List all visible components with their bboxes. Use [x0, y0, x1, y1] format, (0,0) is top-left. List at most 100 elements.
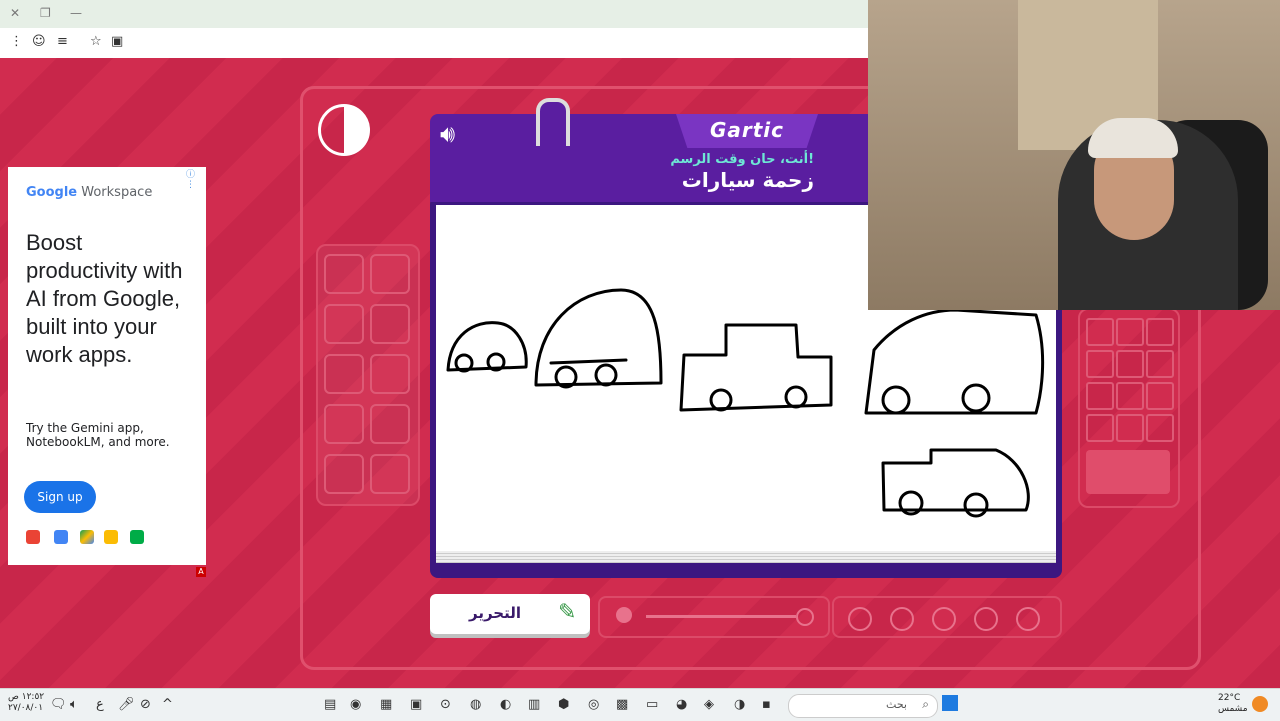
app-icon[interactable]: ◈ — [704, 697, 714, 712]
browser-titlebar: ✕ ❐ — — [0, 0, 868, 28]
edit-button-label: التحرير — [468, 604, 521, 622]
volume-icon[interactable]: 🔈︎ — [70, 697, 78, 712]
app-icon[interactable]: ⬢ — [558, 697, 569, 712]
app-icon[interactable]: ◉ — [350, 697, 361, 712]
input-language[interactable]: ع — [96, 697, 104, 712]
ad-subtext: Try the Gemini app, NotebookLM, and more… — [26, 421, 170, 449]
calendar-icon — [54, 530, 68, 544]
app-icon[interactable]: ▤ — [324, 697, 336, 712]
app-icon[interactable]: ◑ — [734, 697, 745, 712]
app-icon[interactable]: ▪ — [762, 697, 771, 712]
palette-cell[interactable] — [1116, 350, 1144, 378]
palette-cell[interactable] — [1146, 382, 1174, 410]
menu-icon[interactable]: ⋮ — [10, 34, 23, 49]
taskbar-clock[interactable]: ١٢:٥٢ ص ٢٧/٠٨/٠١ — [8, 692, 44, 714]
line-tool-icon[interactable] — [370, 404, 410, 444]
paper-edge — [436, 551, 1056, 563]
discord-icon[interactable]: ◍ — [470, 697, 481, 712]
car-sketch — [881, 448, 1030, 512]
weather-temp: 22°C — [1218, 693, 1241, 703]
mic-icon[interactable]: 🎤︎ — [118, 697, 135, 712]
opacity-option[interactable] — [848, 607, 872, 631]
palette-cell[interactable] — [1146, 414, 1174, 442]
square-fill-tool-icon[interactable] — [370, 354, 410, 394]
search-placeholder: بحث — [886, 698, 907, 711]
reading-list-icon[interactable]: ≡ — [57, 34, 68, 49]
adchoices-badge[interactable]: A — [196, 567, 206, 577]
opacity-option[interactable] — [1016, 607, 1040, 631]
opacity-option[interactable] — [974, 607, 998, 631]
taskbar-search[interactable]: بحث ⌕ — [788, 694, 938, 718]
circle-fill-tool-icon[interactable] — [324, 354, 364, 394]
undo-tool-icon[interactable] — [370, 454, 410, 494]
google-workspace-ad[interactable]: ⓘ ⋮ Google Workspace Boost productivity … — [8, 167, 206, 565]
palette-cell[interactable] — [1146, 318, 1174, 346]
chevron-up-icon[interactable]: ^ — [162, 697, 173, 712]
draw-prompt: أنت، حان وقت الرسم! — [670, 152, 814, 167]
camera-icon[interactable]: ⊘ — [140, 697, 151, 712]
app-icon[interactable]: ◎ — [588, 697, 599, 712]
star-icon[interactable]: ☆ — [90, 34, 102, 49]
ad-signup-button[interactable]: Sign up — [24, 481, 96, 513]
palette-cell[interactable] — [1146, 350, 1174, 378]
chrome-icon[interactable]: ◕ — [676, 697, 687, 712]
color-palette-panel — [1078, 308, 1180, 508]
circle-outline-tool-icon[interactable] — [324, 304, 364, 344]
windows-start-icon[interactable] — [942, 695, 958, 711]
app-icon[interactable]: ▦ — [380, 697, 392, 712]
palette-cell[interactable] — [1086, 350, 1114, 378]
palette-cell[interactable] — [1116, 382, 1144, 410]
car-sketch — [864, 308, 1045, 415]
store-icon[interactable]: ▩ — [616, 697, 628, 712]
streamer-cap — [1088, 118, 1178, 158]
minimize-icon[interactable]: — — [70, 6, 82, 20]
edit-button[interactable]: التحرير ✎ — [430, 594, 590, 634]
close-icon[interactable]: ✕ — [10, 6, 20, 20]
ad-brand: Google Workspace — [26, 185, 152, 200]
palette-cell[interactable] — [1116, 414, 1144, 442]
size-min-icon — [616, 607, 632, 623]
extensions-icon[interactable]: ▣ — [111, 34, 123, 49]
clock-date: ٢٧/٠٨/٠١ — [8, 703, 44, 713]
app-icon[interactable]: ▣ — [410, 697, 422, 712]
taskbar-weather[interactable]: 22°C مشمس — [1218, 693, 1248, 715]
palette-cell[interactable] — [1086, 318, 1114, 346]
palette-cell[interactable] — [1086, 382, 1114, 410]
redo-tool-icon[interactable] — [324, 454, 364, 494]
drive-icon — [80, 530, 94, 544]
current-color-swatch[interactable] — [1086, 450, 1170, 494]
bucket-tool-icon[interactable] — [324, 404, 364, 444]
steam-icon[interactable]: ⊙ — [440, 697, 451, 712]
meet-icon — [130, 530, 144, 544]
palette-cell[interactable] — [1086, 414, 1114, 442]
profile-icon[interactable]: ☺ — [32, 34, 46, 49]
pencil-tool-icon[interactable] — [370, 254, 410, 294]
slider-track[interactable] — [646, 615, 796, 618]
ad-info-icon[interactable]: ⓘ ⋮ — [186, 167, 206, 190]
binder-clip-icon — [536, 98, 570, 146]
brush-size-slider[interactable] — [598, 596, 830, 638]
opacity-option[interactable] — [890, 607, 914, 631]
drawing-tools-panel — [316, 244, 420, 506]
google-wordmark: Google — [26, 185, 78, 200]
notification-icon[interactable]: 🗨︎ — [50, 697, 67, 712]
opacity-selector — [832, 596, 1062, 638]
weather-desc: مشمس — [1218, 704, 1248, 714]
palette-cell[interactable] — [1116, 318, 1144, 346]
sound-icon[interactable]: 🔊︎ — [440, 120, 455, 148]
gmail-icon — [26, 530, 40, 544]
square-outline-tool-icon[interactable] — [370, 304, 410, 344]
eraser-tool-icon[interactable] — [324, 254, 364, 294]
timer-icon — [318, 104, 370, 156]
size-max-icon — [796, 608, 814, 626]
draw-word: زحمة سيارات — [681, 168, 814, 192]
opacity-option[interactable] — [932, 607, 956, 631]
restore-icon[interactable]: ❐ — [40, 6, 51, 20]
app-icon[interactable]: ◐ — [500, 697, 511, 712]
pen-icon: ✎ — [558, 600, 577, 625]
gartic-logo: Gartic — [709, 118, 785, 142]
folder-icon[interactable]: ▭ — [646, 697, 658, 712]
copilot-icon[interactable] — [1252, 696, 1268, 712]
epic-icon[interactable]: ▥ — [528, 697, 540, 712]
browser-chrome: ✕ ❐ — ⋮ ☺ ≡ ☆ ▣ — [0, 0, 868, 59]
